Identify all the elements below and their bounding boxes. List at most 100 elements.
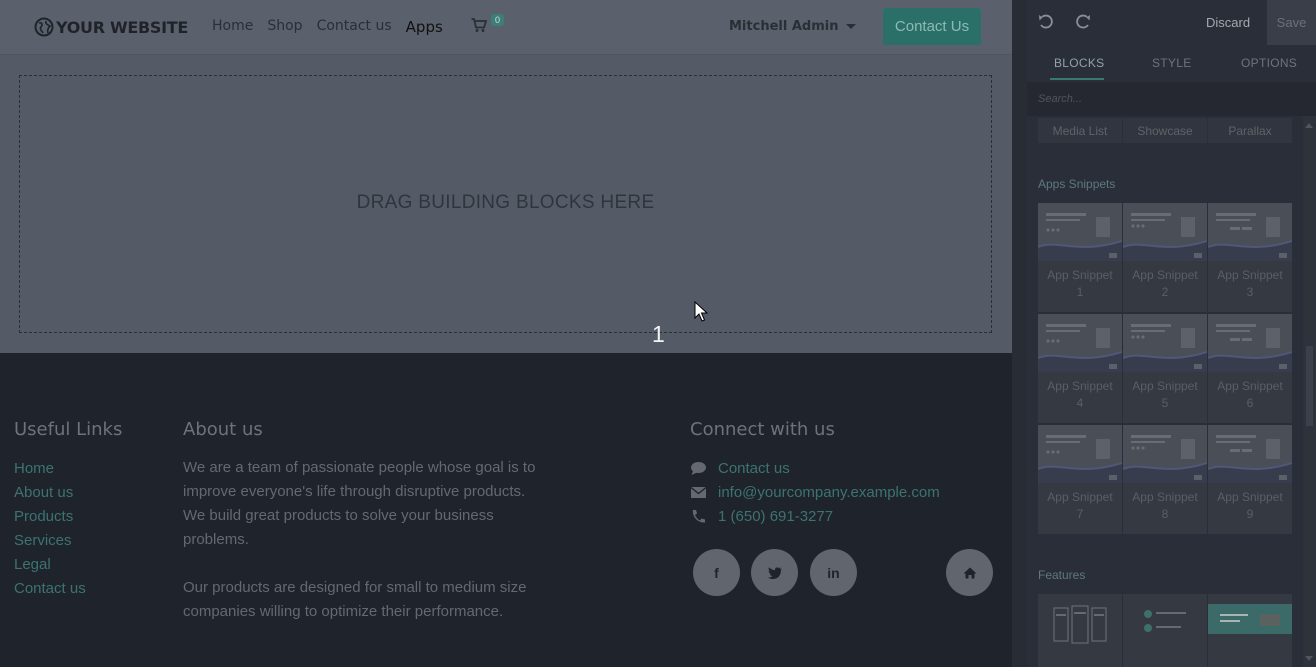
- feature-thumbnail-icon: [1144, 610, 1186, 632]
- feature-thumbnail-icon: [1208, 604, 1292, 634]
- feature-block[interactable]: [1123, 594, 1207, 667]
- snippet-number: 7: [1076, 507, 1084, 521]
- tab-style[interactable]: STYLE: [1152, 56, 1192, 70]
- snippet-thumbnail-icon: [1208, 425, 1292, 483]
- site-logo[interactable]: YOUR WEBSITE: [34, 17, 188, 37]
- snippet-label: App Snippet: [1132, 379, 1198, 393]
- active-tab-indicator: [1050, 78, 1104, 80]
- tab-options[interactable]: OPTIONS: [1241, 56, 1297, 70]
- features-heading: Features: [1038, 568, 1086, 582]
- app-snippet-8[interactable]: App Snippet 8: [1123, 425, 1207, 534]
- drop-zone[interactable]: DRAG BUILDING BLOCKS HERE: [19, 75, 992, 333]
- app-snippet-4[interactable]: App Snippet 4: [1038, 314, 1122, 423]
- block-media-list[interactable]: Media List: [1038, 118, 1122, 143]
- apps-snippets-grid: App Snippet 1 App Snippet 2 App Snippet 3 App …: [1038, 203, 1294, 534]
- panel-tabs: BLOCKS STYLE OPTIONS: [1027, 45, 1316, 82]
- save-button[interactable]: Save: [1267, 0, 1316, 45]
- snippet-label: App Snippet: [1217, 268, 1283, 282]
- contact-us-button[interactable]: Contact Us: [883, 8, 981, 45]
- search-input[interactable]: [1027, 82, 1316, 116]
- footer-link-legal[interactable]: Legal: [14, 556, 51, 573]
- chevron-down-icon: [846, 24, 857, 29]
- facebook-icon[interactable]: f: [693, 549, 740, 596]
- app-snippet-6[interactable]: App Snippet 6: [1208, 314, 1292, 423]
- app-snippet-3[interactable]: App Snippet 3: [1208, 203, 1292, 312]
- contact-row[interactable]: Contact us: [690, 460, 790, 477]
- about-line: improve everyone's life through disrupti…: [183, 483, 526, 500]
- app-snippet-1[interactable]: App Snippet 1: [1038, 203, 1122, 312]
- email-link[interactable]: info@yourcompany.example.com: [718, 484, 940, 501]
- linkedin-icon[interactable]: in: [810, 549, 857, 596]
- about-line: problems.: [183, 531, 249, 548]
- features-row: [1038, 594, 1292, 667]
- site-footer: Useful Links Home About us Products Serv…: [0, 353, 1012, 667]
- app-snippet-7[interactable]: App Snippet 7: [1038, 425, 1122, 534]
- feature-block[interactable]: [1038, 594, 1122, 667]
- user-menu[interactable]: Mitchell Admin: [729, 19, 857, 34]
- about-us-text-2: Our products are designed for small to m…: [183, 576, 526, 624]
- snippet-number: 4: [1076, 396, 1084, 410]
- snippet-label: App Snippet: [1132, 268, 1198, 282]
- editor-panel: Discard Save BLOCKS STYLE OPTIONS Media …: [1027, 0, 1316, 667]
- about-line: companies willing to optimize their perf…: [183, 603, 504, 620]
- panel-scrollbar[interactable]: [1303, 116, 1316, 667]
- connect-heading: Connect with us: [690, 419, 835, 440]
- site-logo-text: YOUR WEBSITE: [56, 17, 188, 37]
- panel-toolbar: Discard Save: [1027, 0, 1316, 45]
- twitter-icon[interactable]: [751, 549, 798, 596]
- snippet-thumbnail-icon: [1208, 203, 1292, 261]
- envelope-icon: [690, 486, 707, 498]
- footer-link-services[interactable]: Services: [14, 532, 72, 549]
- snippet-label: App Snippet: [1217, 379, 1283, 393]
- phone-link[interactable]: 1 (650) 691-3277: [718, 508, 833, 525]
- main-nav: Home Shop Contact us Apps: [212, 18, 473, 36]
- snippet-label: App Snippet: [1217, 490, 1283, 504]
- block-showcase[interactable]: Showcase: [1123, 118, 1207, 143]
- scroll-up-icon[interactable]: [1305, 123, 1313, 128]
- snippet-number: 6: [1246, 396, 1254, 410]
- snippet-thumbnail-icon: [1038, 314, 1122, 372]
- app-snippet-9[interactable]: App Snippet 9: [1208, 425, 1292, 534]
- scroll-down-icon[interactable]: [1305, 656, 1313, 661]
- globe-icon: [34, 17, 54, 37]
- snippet-number: 3: [1246, 285, 1254, 299]
- nav-apps[interactable]: Apps: [406, 18, 443, 36]
- footer-link-contact[interactable]: Contact us: [14, 580, 86, 597]
- snippet-label: App Snippet: [1132, 490, 1198, 504]
- snippet-number: 1: [1076, 285, 1084, 299]
- footer-link-home[interactable]: Home: [14, 460, 54, 477]
- footer-link-products[interactable]: Products: [14, 508, 73, 525]
- scrollbar-thumb[interactable]: [1306, 346, 1313, 426]
- useful-links-heading: Useful Links: [14, 419, 123, 440]
- footer-link-about[interactable]: About us: [14, 484, 73, 501]
- redo-icon[interactable]: [1075, 14, 1091, 30]
- mouse-cursor-icon: [694, 301, 708, 322]
- discard-button[interactable]: Discard: [1206, 15, 1250, 30]
- about-us-heading: About us: [183, 419, 263, 440]
- nav-contact-us[interactable]: Contact us: [317, 18, 392, 36]
- undo-icon[interactable]: [1038, 14, 1054, 30]
- snippet-thumbnail-icon: [1038, 203, 1122, 261]
- snippet-label: App Snippet: [1047, 268, 1113, 282]
- app-snippet-5[interactable]: App Snippet 5: [1123, 314, 1207, 423]
- nav-shop[interactable]: Shop: [267, 18, 302, 36]
- phone-row[interactable]: 1 (650) 691-3277: [690, 508, 833, 525]
- contact-link[interactable]: Contact us: [718, 460, 790, 477]
- comment-icon: [691, 462, 706, 475]
- about-us-text: We are a team of passionate people whose…: [183, 456, 535, 552]
- home-icon[interactable]: [946, 549, 993, 596]
- user-name: Mitchell Admin: [729, 19, 839, 34]
- cart-button[interactable]: 0: [471, 14, 505, 38]
- feature-thumbnail-icon: [1053, 605, 1107, 644]
- snippet-thumbnail-icon: [1123, 425, 1207, 483]
- cart-count-badge: 0: [491, 14, 505, 26]
- apps-snippets-heading: Apps Snippets: [1038, 177, 1116, 191]
- snippet-number: 2: [1161, 285, 1169, 299]
- tab-blocks[interactable]: BLOCKS: [1054, 56, 1105, 70]
- feature-block[interactable]: [1208, 594, 1292, 667]
- app-snippet-2[interactable]: App Snippet 2: [1123, 203, 1207, 312]
- email-row[interactable]: info@yourcompany.example.com: [690, 484, 940, 501]
- block-parallax[interactable]: Parallax: [1208, 118, 1292, 143]
- nav-home[interactable]: Home: [212, 18, 253, 36]
- snippet-thumbnail-icon: [1123, 314, 1207, 372]
